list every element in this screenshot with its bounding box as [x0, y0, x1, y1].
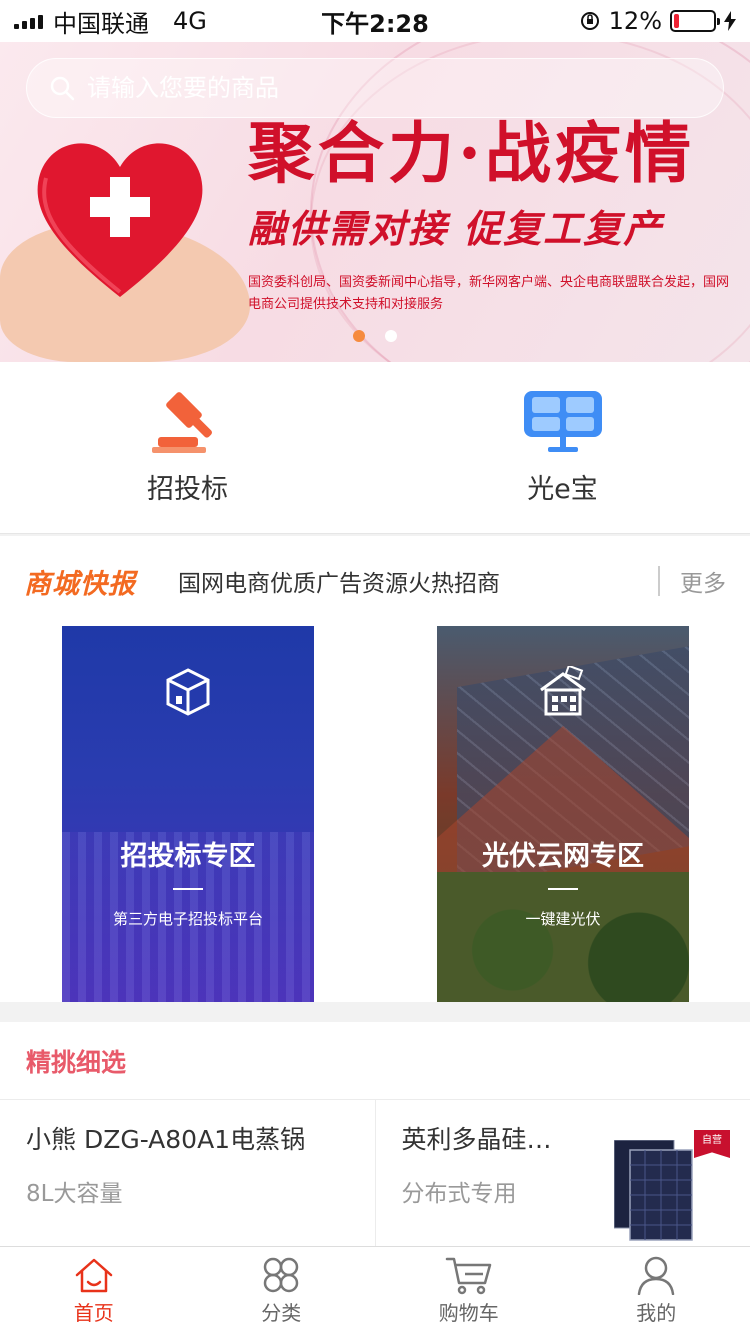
solar-panel-icon	[523, 391, 602, 452]
featured-section: 精挑细选 小熊 DZG-A80A1电蒸锅 8L大容量 英利多晶硅… 分布式专用 …	[0, 1022, 750, 1246]
heart-illustration	[0, 102, 260, 362]
category-icon	[264, 1257, 299, 1293]
search-icon	[50, 76, 75, 101]
zone-card-solar[interactable]: 光伏云网专区 一键建光伏	[437, 626, 689, 1002]
entry-solar-label: 光e宝	[527, 474, 598, 505]
zone-card-divider	[548, 888, 578, 890]
battery-percent: 12%	[608, 7, 662, 35]
featured-title: 精挑细选	[0, 1022, 750, 1100]
signal-icon	[14, 13, 43, 29]
status-left: 中国联通 4G	[14, 4, 207, 39]
cube-icon	[166, 668, 210, 716]
promo-banner[interactable]: 聚合力·战疫情 融供需对接 促复工复产 国资委科创局、国资委新闻中心指导，新华网…	[0, 42, 750, 362]
bottom-tab-bar: 首页 分类 购物车 我的	[0, 1246, 750, 1334]
tab-cart-label: 购物车	[438, 1301, 499, 1325]
user-icon	[638, 1256, 675, 1295]
news-more-link[interactable]: 更多	[680, 564, 726, 598]
news-tag: 商城快报	[24, 568, 136, 600]
status-right: 12%	[579, 7, 736, 35]
orientation-lock-icon	[580, 12, 599, 30]
carousel-dots	[0, 330, 750, 342]
zone-cards: 招投标专区 第三方电子招投标平台 光伏云网专区 一键建光伏	[0, 626, 750, 1002]
heart-icon	[37, 143, 203, 297]
product-card[interactable]: 英利多晶硅… 分布式专用 自营	[374, 1100, 750, 1246]
tab-category-label: 分类	[261, 1301, 302, 1325]
entry-bidding-label: 招投标	[147, 474, 228, 505]
solar-house-icon	[540, 666, 586, 716]
tab-profile[interactable]: 我的	[563, 1247, 750, 1334]
charging-icon	[724, 11, 736, 31]
carousel-dot-1[interactable]	[353, 330, 365, 342]
network-type: 4G	[173, 7, 207, 35]
entry-solar[interactable]: 光e宝	[375, 362, 750, 533]
carrier-name: 中国联通	[53, 9, 149, 38]
product-desc: 8L大容量	[26, 1181, 123, 1207]
carousel-dot-2[interactable]	[385, 330, 397, 342]
banner-subtitle: 融供需对接 促复工复产	[248, 207, 664, 251]
zone-card-title: 光伏云网专区	[482, 841, 644, 872]
quick-entries: 招投标 光e宝	[0, 362, 750, 534]
banner-description: 国资委科创局、国资委新闻中心指导，新华网客户端、央企电商联盟联合发起，国网电商公…	[248, 275, 730, 312]
tab-cart[interactable]: 购物车	[375, 1247, 563, 1334]
search-bar[interactable]	[26, 58, 724, 118]
tab-profile-label: 我的	[636, 1301, 677, 1325]
news-headline[interactable]: 国网电商优质广告资源火热招商	[178, 564, 658, 598]
news-section: 商城快报 国网电商优质广告资源火热招商 更多 招投标专区 第三方电子招投标平台	[0, 536, 750, 1002]
trees-background	[437, 872, 689, 1002]
status-bar: 中国联通 4G 下午2:28 12%	[0, 0, 750, 42]
zone-card-subtitle: 第三方电子招投标平台	[112, 910, 263, 928]
product-name: 小熊 DZG-A80A1电蒸锅	[26, 1125, 306, 1154]
zone-card-divider	[173, 888, 203, 890]
tab-home-label: 首页	[73, 1301, 114, 1325]
news-ticker[interactable]: 商城快报 国网电商优质广告资源火热招商 更多	[0, 536, 750, 626]
battery-icon	[670, 10, 720, 32]
cart-icon	[445, 1257, 491, 1295]
product-card[interactable]: 小熊 DZG-A80A1电蒸锅 8L大容量	[0, 1100, 375, 1246]
zone-card-subtitle: 一键建光伏	[525, 910, 601, 928]
search-input[interactable]	[87, 74, 647, 102]
product-list: 小熊 DZG-A80A1电蒸锅 8L大容量 英利多晶硅… 分布式专用 自营	[0, 1100, 750, 1246]
zone-card-title: 招投标专区	[120, 841, 256, 872]
gavel-icon	[151, 392, 212, 453]
solar-module-image	[614, 1140, 693, 1241]
tab-category[interactable]: 分类	[188, 1247, 376, 1334]
tab-home[interactable]: 首页	[0, 1247, 188, 1334]
home-icon	[75, 1258, 112, 1293]
entry-bidding[interactable]: 招投标	[0, 362, 375, 533]
news-divider	[658, 566, 660, 596]
zone-card-bidding[interactable]: 招投标专区 第三方电子招投标平台	[62, 626, 314, 1002]
